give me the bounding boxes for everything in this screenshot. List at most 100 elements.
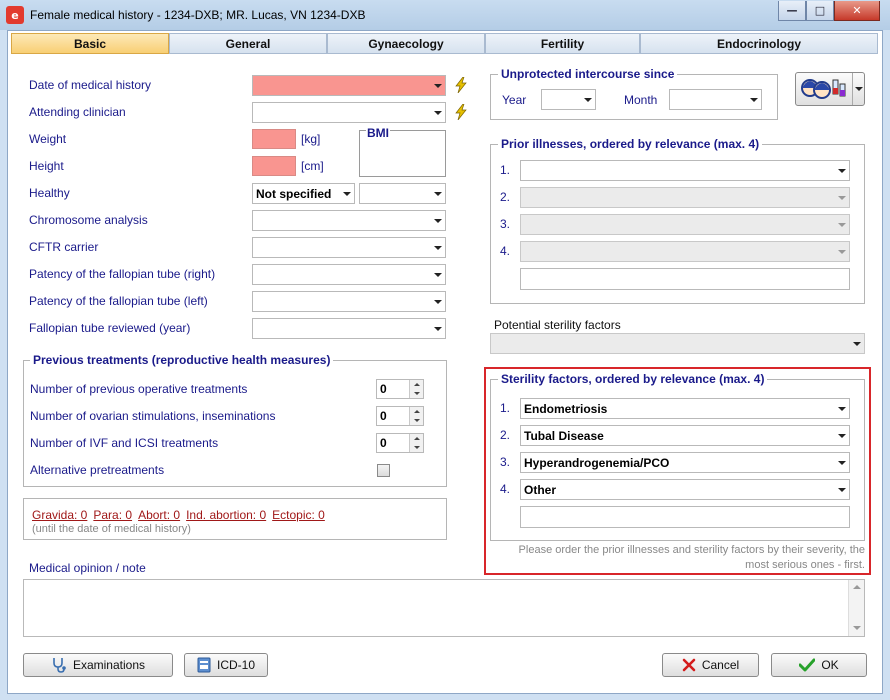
chevron-down-icon: [581, 97, 595, 102]
icd10-label: ICD-10: [216, 658, 255, 672]
window-title: Female medical history - 1234-DXB; MR. L…: [30, 8, 366, 22]
minimize-button[interactable]: —: [778, 1, 806, 21]
prior-illness-3-select[interactable]: [520, 214, 850, 235]
spin-up-icon[interactable]: [410, 407, 423, 416]
spin-up-icon[interactable]: [410, 380, 423, 389]
fallopian-reviewed-select[interactable]: [252, 318, 446, 339]
spin-up-icon[interactable]: [410, 434, 423, 443]
sterility-factor-number: 2.: [500, 428, 511, 442]
chevron-down-icon: [431, 245, 445, 250]
attending-clinician-label: Attending clinician: [29, 105, 126, 119]
height-input[interactable]: [252, 156, 296, 176]
attending-clinician-select[interactable]: [252, 102, 446, 123]
patency-right-label: Patency of the fallopian tube (right): [29, 267, 216, 281]
chevron-down-icon: [835, 168, 849, 173]
operative-treatments-stepper[interactable]: 0: [376, 379, 424, 399]
ovarian-stimulations-stepper[interactable]: 0: [376, 406, 424, 426]
unprotected-intercourse-title: Unprotected intercourse since: [498, 67, 678, 81]
sterility-factor-4-select[interactable]: Other: [520, 479, 850, 500]
close-icon: ✕: [852, 4, 862, 17]
tab-fertility[interactable]: Fertility: [485, 33, 640, 54]
abort-link[interactable]: Abort: 0: [138, 508, 180, 522]
icd10-button[interactable]: ICD-10: [184, 653, 268, 677]
cancel-button[interactable]: Cancel: [662, 653, 759, 677]
sterility-factor-text-input[interactable]: [520, 506, 850, 528]
scroll-down-icon[interactable]: [853, 626, 861, 630]
maximize-icon: □: [814, 4, 826, 17]
chromosome-analysis-label: Chromosome analysis: [29, 213, 148, 227]
prior-illness-number: 2.: [500, 190, 511, 204]
alternative-pretreatments-checkbox[interactable]: [377, 464, 390, 477]
prior-illness-1-select[interactable]: [520, 160, 850, 181]
lightning-icon[interactable]: [454, 77, 468, 93]
chevron-down-icon: [431, 299, 445, 304]
sterility-factor-number: 1.: [500, 401, 511, 415]
prior-illness-text-input[interactable]: [520, 268, 850, 290]
prior-illness-number: 1.: [500, 163, 511, 177]
tab-general[interactable]: General: [169, 33, 327, 54]
chevron-down-icon: [431, 272, 445, 277]
healthy-detail-select[interactable]: [359, 183, 446, 204]
chevron-down-icon[interactable]: [852, 73, 864, 105]
cftr-carrier-select[interactable]: [252, 237, 446, 258]
obstetric-note: (until the date of medical history): [32, 523, 191, 535]
lightning-icon[interactable]: [454, 104, 468, 120]
spin-down-icon[interactable]: [410, 443, 423, 452]
healthy-label: Healthy: [29, 186, 70, 200]
tab-endocrinology[interactable]: Endocrinology: [640, 33, 878, 54]
sterility-factor-2-select[interactable]: Tubal Disease: [520, 425, 850, 446]
prior-illness-4-select[interactable]: [520, 241, 850, 262]
prior-illnesses-title: Prior illnesses, ordered by relevance (m…: [498, 137, 763, 151]
examinations-label: Examinations: [72, 658, 146, 672]
spin-down-icon[interactable]: [410, 416, 423, 425]
spin-down-icon[interactable]: [410, 389, 423, 398]
fallopian-reviewed-label: Fallopian tube reviewed (year): [29, 321, 191, 335]
alternative-pretreatments-label: Alternative pretreatments: [30, 463, 165, 477]
chevron-down-icon: [835, 487, 849, 492]
scroll-up-icon[interactable]: [853, 585, 861, 589]
tab-basic[interactable]: Basic: [11, 33, 169, 54]
patency-left-select[interactable]: [252, 291, 446, 312]
date-of-medical-history-label: Date of medical history: [29, 78, 152, 92]
chevron-down-icon: [835, 460, 849, 465]
sterility-factors-title: Sterility factors, ordered by relevance …: [498, 372, 768, 386]
potential-sterility-select[interactable]: [490, 333, 865, 354]
chevron-down-icon: [431, 191, 445, 196]
sterility-factor-number: 3.: [500, 455, 511, 469]
month-select[interactable]: [669, 89, 762, 110]
chevron-down-icon: [835, 433, 849, 438]
medical-opinion-label: Medical opinion / note: [29, 561, 146, 575]
para-link[interactable]: Para: 0: [93, 508, 132, 522]
severity-hint-line: Please order the prior illnesses and ste…: [518, 544, 865, 556]
ivf-icsi-stepper[interactable]: 0: [376, 433, 424, 453]
patients-lab-button[interactable]: [795, 72, 865, 106]
year-select[interactable]: [541, 89, 596, 110]
medical-opinion-scrollbar[interactable]: [848, 580, 864, 636]
sterility-factor-3-select[interactable]: Hyperandrogenemia/PCO: [520, 452, 850, 473]
obstetric-summary-links: Gravida: 0 Para: 0 Abort: 0 Ind. abortio…: [32, 508, 325, 522]
patients-lab-icon: [801, 79, 846, 99]
date-of-medical-history-select[interactable]: [252, 75, 446, 96]
gravida-link[interactable]: Gravida: 0: [32, 508, 87, 522]
close-button[interactable]: ✕: [834, 1, 880, 21]
patency-right-select[interactable]: [252, 264, 446, 285]
year-label: Year: [502, 93, 527, 107]
prior-illness-2-select[interactable]: [520, 187, 850, 208]
maximize-button[interactable]: □: [806, 1, 834, 21]
sterility-factor-1-select[interactable]: Endometriosis: [520, 398, 850, 419]
chevron-down-icon: [340, 191, 354, 196]
weight-input[interactable]: [252, 129, 296, 149]
ind-abortion-link[interactable]: Ind. abortion: 0: [186, 508, 266, 522]
chevron-down-icon: [747, 97, 761, 102]
examinations-button[interactable]: Examinations: [23, 653, 173, 677]
medical-opinion-textarea[interactable]: [23, 579, 865, 637]
tab-gynaecology[interactable]: Gynaecology: [327, 33, 485, 54]
book-icon: [197, 657, 211, 673]
ectopic-link[interactable]: Ectopic: 0: [272, 508, 325, 522]
chevron-down-icon: [431, 218, 445, 223]
chromosome-analysis-select[interactable]: [252, 210, 446, 231]
ok-button[interactable]: OK: [771, 653, 867, 677]
chevron-down-icon: [850, 341, 864, 346]
severity-hint-line: most serious ones - first.: [745, 559, 865, 571]
healthy-select[interactable]: Not specified: [252, 183, 355, 204]
